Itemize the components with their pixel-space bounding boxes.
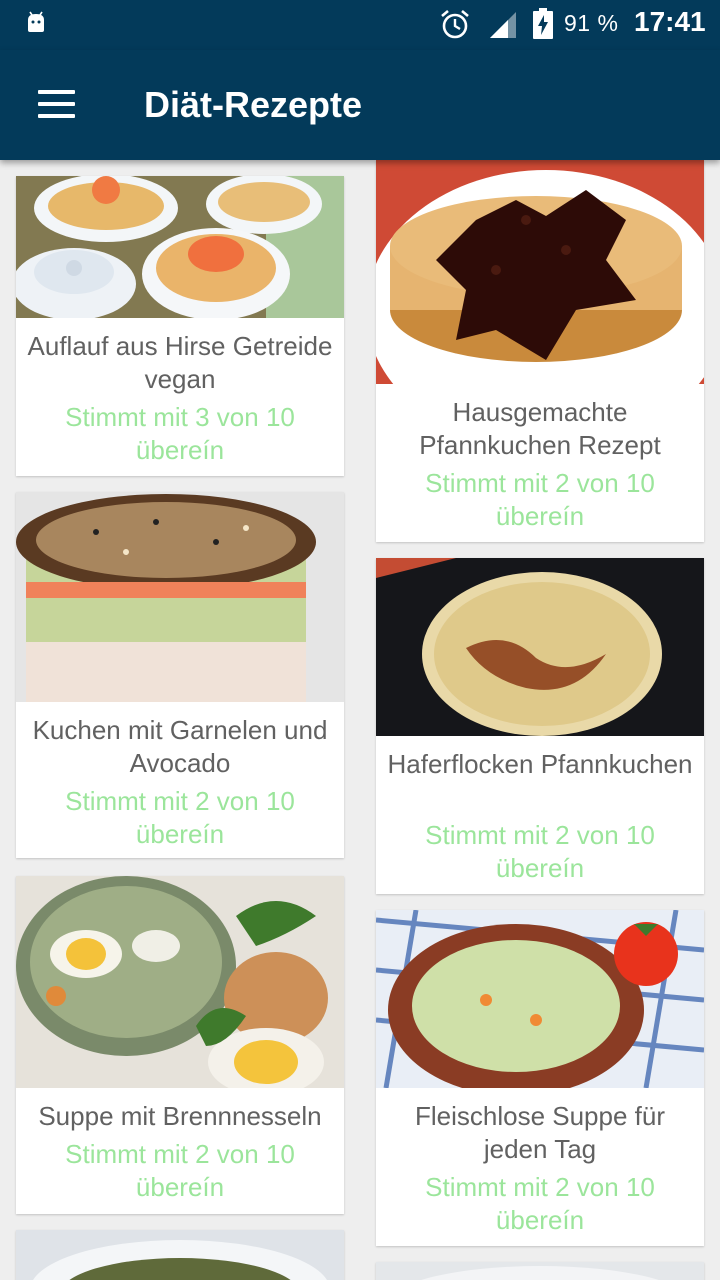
- recipe-card[interactable]: Haferflocken Pfannkuchen Stimmt mit 2 vo…: [376, 558, 704, 894]
- recipe-image: [16, 876, 344, 1088]
- recipe-match: Stimmt mit 2 von 10 übereín: [425, 820, 655, 883]
- recipe-image: [16, 492, 344, 702]
- recipe-card[interactable]: Hausgemachte Pfannkuchen Rezept Stimmt m…: [376, 160, 704, 542]
- recipe-match: Stimmt mit 2 von 10 übereín: [425, 468, 655, 531]
- recipe-list[interactable]: Auflauf aus Hirse Getreide vegan Stimmt …: [0, 160, 720, 1280]
- recipe-title: Haferflocken Pfannkuchen: [387, 749, 693, 779]
- clock: 17:41: [634, 6, 706, 37]
- android-icon: [28, 11, 44, 32]
- recipe-image: [376, 558, 704, 736]
- recipe-match: Stimmt mit 3 von 10 übereín: [65, 402, 295, 465]
- recipe-card-partial[interactable]: [376, 1262, 704, 1280]
- battery-charging-icon: [533, 8, 553, 39]
- recipe-title: Auflauf aus Hirse Getreide vegan: [27, 331, 333, 394]
- recipe-card-partial[interactable]: [16, 1230, 344, 1280]
- hamburger-menu-icon[interactable]: [24, 74, 88, 134]
- recipe-match: Stimmt mit 2 von 10 übereín: [65, 1139, 295, 1202]
- app-bar: Diät-Rezepte: [0, 50, 720, 160]
- recipe-image: [376, 1262, 704, 1280]
- recipe-image: [376, 160, 704, 384]
- recipe-title: Hausgemachte Pfannkuchen Rezept: [419, 397, 661, 460]
- alarm-icon: [441, 10, 469, 39]
- recipe-title: Kuchen mit Garnelen und Avocado: [32, 715, 328, 778]
- battery-level: 91 %: [564, 10, 619, 36]
- recipe-image: [376, 910, 704, 1088]
- recipe-image: [16, 176, 344, 318]
- recipe-image: [16, 1230, 344, 1280]
- recipe-card[interactable]: Auflauf aus Hirse Getreide vegan Stimmt …: [16, 176, 344, 476]
- recipe-match: Stimmt mit 2 von 10 übereín: [65, 786, 295, 849]
- recipe-match: Stimmt mit 2 von 10 übereín: [425, 1172, 655, 1235]
- recipe-card[interactable]: Suppe mit Brennnesseln Stimmt mit 2 von …: [16, 876, 344, 1214]
- status-bar: 91 % 17:41: [0, 0, 720, 50]
- recipe-title: Suppe mit Brennnesseln: [38, 1101, 322, 1131]
- signal-icon: [490, 12, 516, 38]
- recipe-card[interactable]: Kuchen mit Garnelen und Avocado Stimmt m…: [16, 492, 344, 858]
- page-title: Diät-Rezepte: [144, 84, 363, 125]
- recipe-title: Fleischlose Suppe für jeden Tag: [414, 1101, 666, 1164]
- recipe-card[interactable]: Fleischlose Suppe für jeden Tag Stimmt m…: [376, 910, 704, 1246]
